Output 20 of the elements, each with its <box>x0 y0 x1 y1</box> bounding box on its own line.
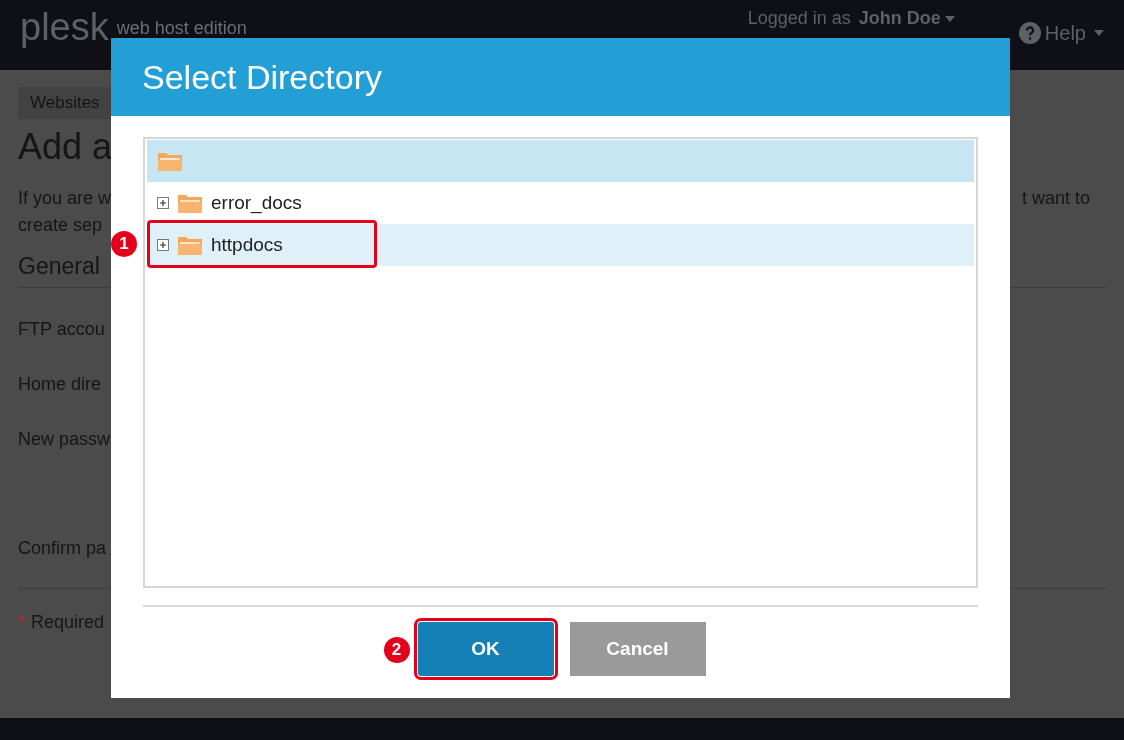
dialog-title: Select Directory <box>142 56 382 98</box>
folder-icon <box>177 234 203 256</box>
help-icon <box>1018 22 1041 44</box>
caret-icon <box>944 15 955 22</box>
expand-icon[interactable] <box>157 197 169 209</box>
expand-icon[interactable] <box>157 239 169 251</box>
tree-item[interactable]: httpdocs <box>147 224 974 266</box>
help-menu[interactable]: Help <box>1018 18 1104 48</box>
cancel-button[interactable]: Cancel <box>569 622 706 676</box>
logo: plesk <box>20 8 109 46</box>
caret-icon <box>1094 30 1104 36</box>
step-number-badge: 2 <box>383 637 410 663</box>
step-number-badge: 1 <box>111 231 137 257</box>
required-mark: * <box>18 611 25 634</box>
folder-name: error_docs <box>211 190 302 216</box>
user-menu[interactable]: John Doe <box>858 5 955 32</box>
folder-icon <box>157 150 183 172</box>
edition-label: web host edition <box>116 18 247 38</box>
logged-in-label: Logged in as <box>747 7 851 30</box>
folder-icon <box>177 192 203 214</box>
